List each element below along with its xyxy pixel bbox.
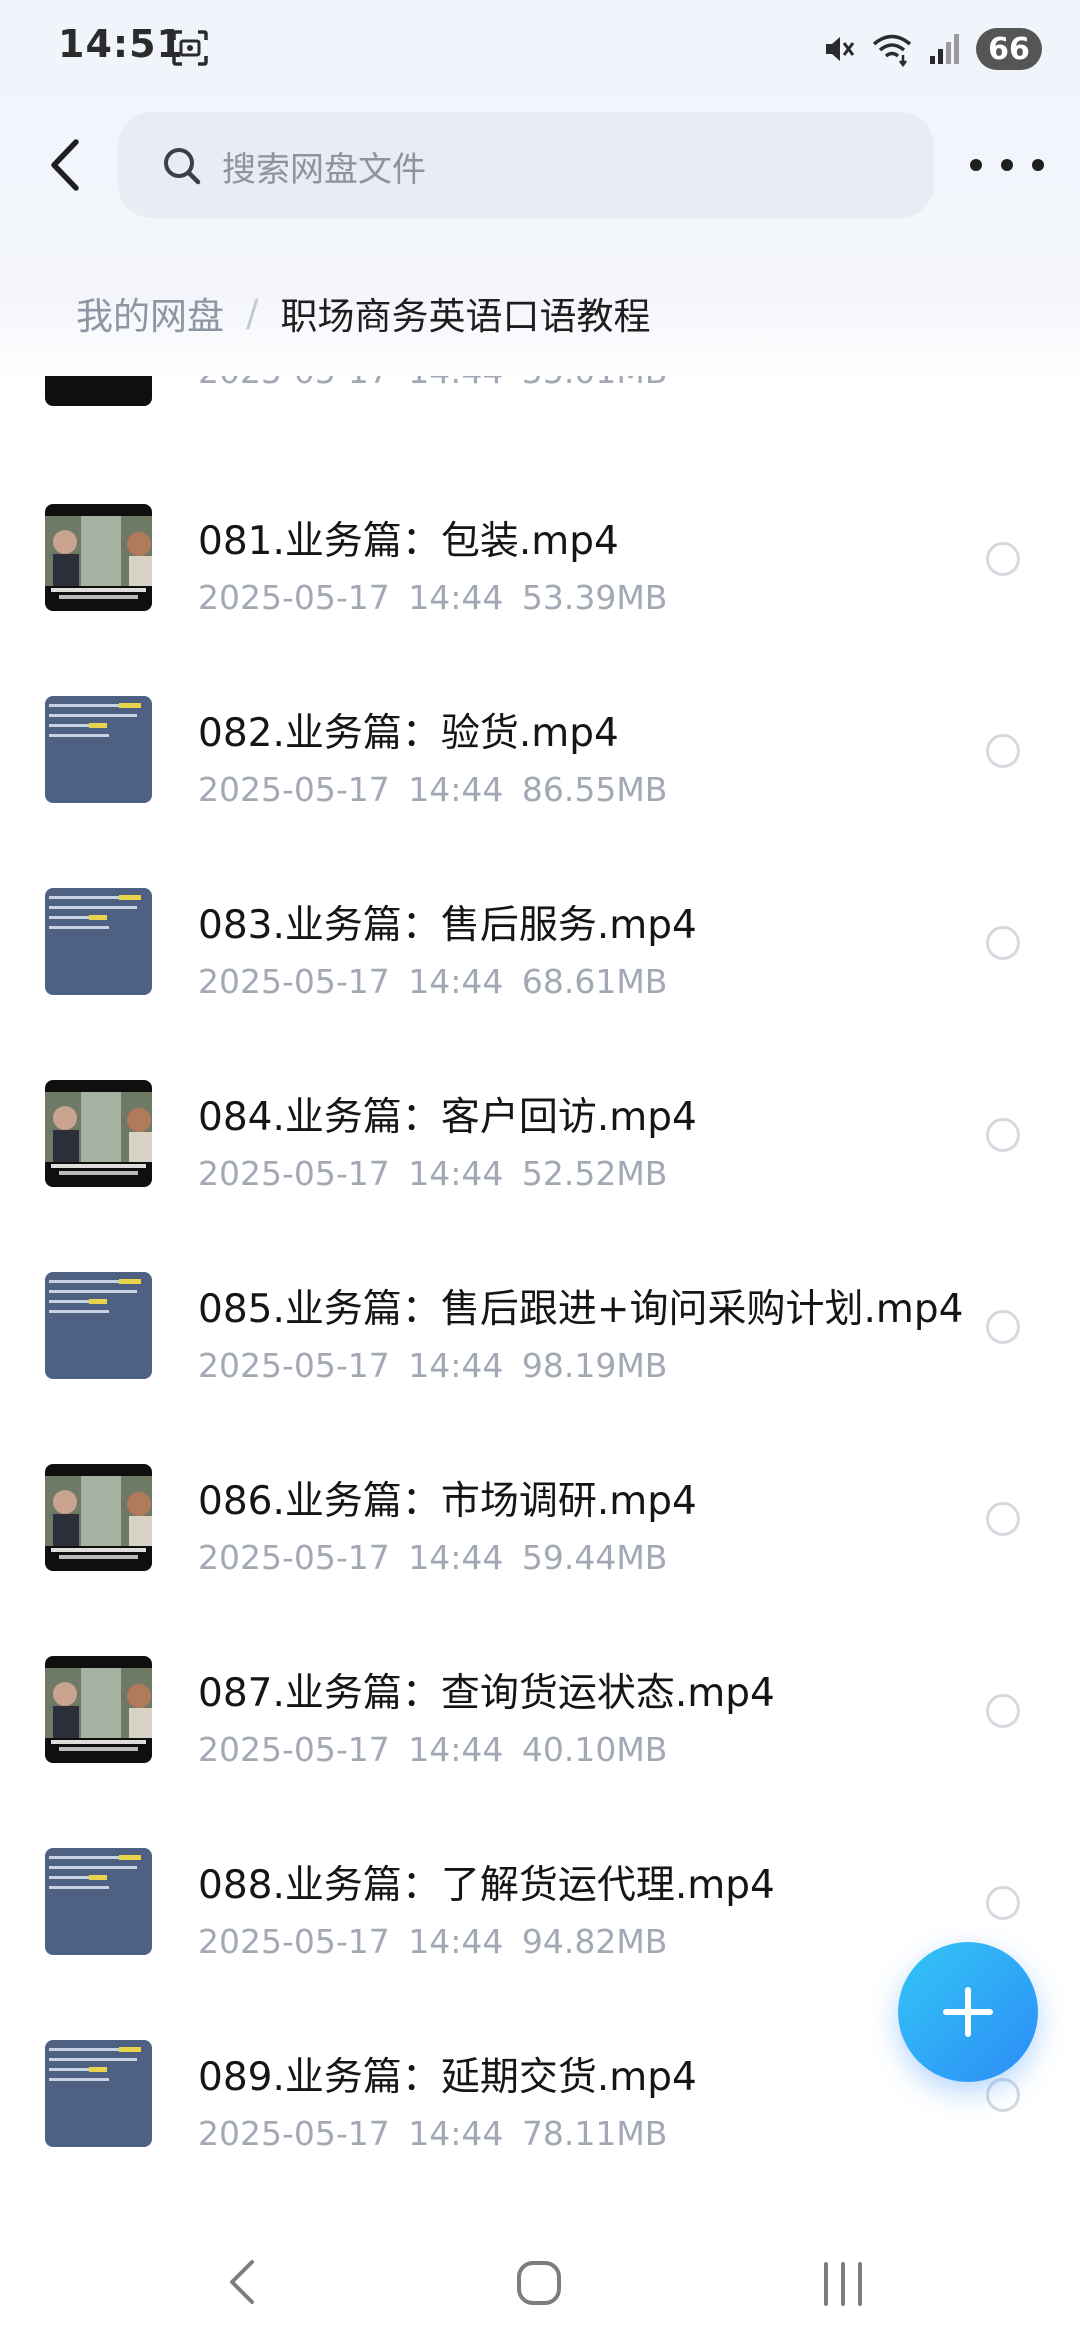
system-nav-bar bbox=[0, 2236, 1080, 2340]
file-meta: 2025-05-17 14:44 55.01MB bbox=[198, 376, 667, 391]
file-meta: 2025-05-17 14:44 52.52MB bbox=[198, 1154, 668, 1193]
list-item-partial[interactable]: 2025-05-17 14:44 55.01MB bbox=[0, 376, 1080, 446]
screenshot-icon bbox=[172, 30, 208, 66]
slide-thumbnail bbox=[45, 1272, 152, 1379]
file-name: 089.业务篇：延期交货.mp4 bbox=[198, 2055, 697, 2100]
status-time: 14:51 bbox=[58, 22, 184, 66]
plus-icon bbox=[943, 1987, 993, 2037]
file-list-item[interactable]: 084.业务篇：客户回访.mp4 2025-05-17 14:44 52.52MB bbox=[0, 1036, 1080, 1226]
more-dot-icon bbox=[970, 159, 982, 171]
file-name: 081.业务篇：包装.mp4 bbox=[198, 519, 619, 564]
breadcrumb-current: 职场商务英语口语教程 bbox=[280, 295, 651, 338]
file-meta: 2025-05-17 14:44 40.10MB bbox=[198, 1730, 668, 1769]
file-list-item[interactable]: 085.业务篇：售后跟进+询问采购计划.mp4 2025-05-17 14:44 … bbox=[0, 1228, 1080, 1418]
file-meta: 2025-05-17 14:44 86.55MB bbox=[198, 770, 668, 809]
mute-icon bbox=[826, 37, 855, 61]
file-name: 086.业务篇：市场调研.mp4 bbox=[198, 1479, 697, 1524]
file-meta: 2025-05-17 14:44 98.19MB bbox=[198, 1346, 668, 1385]
file-name: 084.业务篇：客户回访.mp4 bbox=[198, 1095, 697, 1140]
file-list-item[interactable]: 083.业务篇：售后服务.mp4 2025-05-17 14:44 68.61MB bbox=[0, 844, 1080, 1034]
slide-thumbnail bbox=[45, 888, 152, 995]
video-thumbnail bbox=[45, 1656, 152, 1763]
more-dot-icon bbox=[1001, 159, 1013, 171]
file-list-item[interactable]: 081.业务篇：包装.mp4 2025-05-17 14:44 53.39MB bbox=[0, 460, 1080, 650]
wifi-icon bbox=[872, 34, 912, 67]
file-list: 2025-05-17 14:44 55.01MB 081.业务篇：包装.mp4 2… bbox=[0, 376, 1080, 2236]
file-list-item[interactable]: 082.业务篇：验货.mp4 2025-05-17 14:44 86.55MB bbox=[0, 652, 1080, 842]
back-button[interactable] bbox=[34, 130, 98, 200]
file-meta: 2025-05-17 14:44 59.44MB bbox=[198, 1538, 668, 1577]
select-radio[interactable] bbox=[986, 1310, 1020, 1344]
slide-thumbnail bbox=[45, 2040, 152, 2147]
file-meta: 2025-05-17 14:44 94.82MB bbox=[198, 1922, 668, 1961]
file-name: 082.业务篇：验货.mp4 bbox=[198, 711, 619, 756]
nav-home-icon[interactable] bbox=[514, 2258, 564, 2308]
more-options-button[interactable] bbox=[970, 138, 1044, 192]
select-radio[interactable] bbox=[986, 1118, 1020, 1152]
file-list-item[interactable]: 086.业务篇：市场调研.mp4 2025-05-17 14:44 59.44MB bbox=[0, 1420, 1080, 1610]
battery-icon: 66 bbox=[976, 28, 1042, 70]
breadcrumb-root[interactable]: 我的网盘 bbox=[76, 286, 224, 340]
select-radio[interactable] bbox=[986, 926, 1020, 960]
top-bar: 搜索网盘文件 bbox=[0, 110, 1080, 220]
status-icons: 66 bbox=[820, 26, 1042, 72]
nav-recents-icon[interactable] bbox=[818, 2256, 868, 2312]
search-icon bbox=[164, 148, 201, 185]
file-meta: 2025-05-17 14:44 53.39MB bbox=[198, 578, 668, 617]
file-name: 088.业务篇：了解货运代理.mp4 bbox=[198, 1863, 775, 1908]
status-bar: 14:51 66 bbox=[0, 0, 1080, 100]
video-thumbnail bbox=[45, 376, 152, 406]
breadcrumb-separator: / bbox=[246, 291, 259, 335]
select-radio[interactable] bbox=[986, 734, 1020, 768]
file-meta: 2025-05-17 14:44 68.61MB bbox=[198, 962, 668, 1001]
video-thumbnail bbox=[45, 1464, 152, 1571]
search-placeholder: 搜索网盘文件 bbox=[222, 150, 426, 190]
signal-icon bbox=[930, 34, 959, 64]
select-radio[interactable] bbox=[986, 1502, 1020, 1536]
select-radio[interactable] bbox=[986, 2078, 1020, 2112]
select-radio[interactable] bbox=[986, 1694, 1020, 1728]
file-name: 085.业务篇：售后跟进+询问采购计划.mp4 bbox=[198, 1287, 964, 1332]
file-name: 083.业务篇：售后服务.mp4 bbox=[198, 903, 697, 948]
netdisk-folder-screen: 14:51 66 搜索网盘文件 我的网盘 / 职场商务英语口语教程 081.业务… bbox=[0, 0, 1080, 2340]
file-list-item[interactable]: 087.业务篇：查询货运状态.mp4 2025-05-17 14:44 40.10… bbox=[0, 1612, 1080, 1802]
slide-thumbnail bbox=[45, 1848, 152, 1955]
add-button[interactable] bbox=[898, 1942, 1038, 2082]
more-dot-icon bbox=[1032, 159, 1044, 171]
file-meta: 2025-05-17 14:44 78.11MB bbox=[198, 2114, 668, 2153]
select-radio[interactable] bbox=[986, 1886, 1020, 1920]
select-radio[interactable] bbox=[986, 542, 1020, 576]
slide-thumbnail bbox=[45, 696, 152, 803]
breadcrumb: 我的网盘 / 职场商务英语口语教程 bbox=[76, 286, 650, 340]
search-input[interactable]: 搜索网盘文件 bbox=[118, 112, 934, 218]
nav-back-icon[interactable] bbox=[218, 2252, 268, 2312]
video-thumbnail bbox=[45, 1080, 152, 1187]
video-thumbnail bbox=[45, 504, 152, 611]
file-name: 087.业务篇：查询货运状态.mp4 bbox=[198, 1671, 775, 1716]
